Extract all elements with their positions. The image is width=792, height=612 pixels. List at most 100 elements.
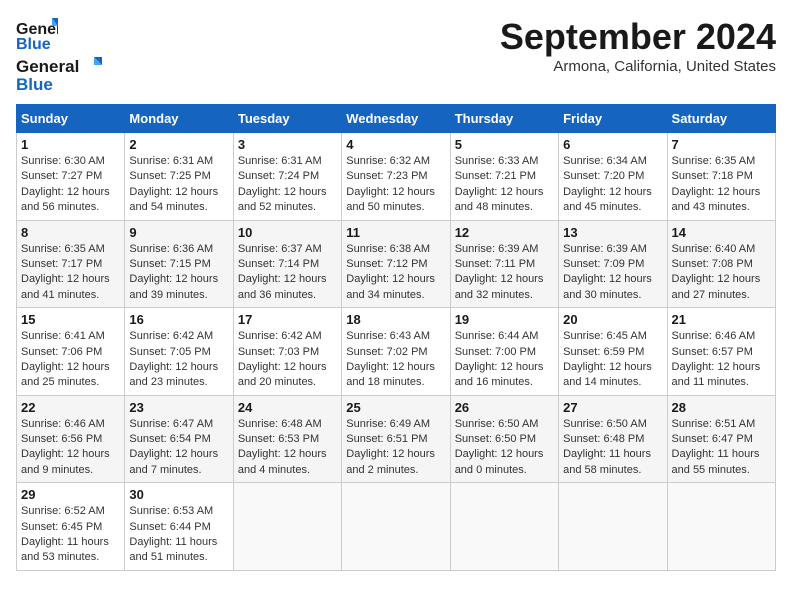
calendar-week-4: 22 Sunrise: 6:46 AMSunset: 6:56 PMDayligh…: [17, 395, 776, 483]
calendar-cell: 6 Sunrise: 6:34 AMSunset: 7:20 PMDaylight…: [559, 133, 667, 221]
calendar-cell: 21 Sunrise: 6:46 AMSunset: 6:57 PMDayligh…: [667, 308, 775, 396]
calendar-subtitle: Armona, California, United States: [500, 58, 776, 75]
day-number: 7: [672, 137, 771, 152]
calendar-cell: [667, 483, 775, 571]
calendar-cell: 17 Sunrise: 6:42 AMSunset: 7:03 PMDayligh…: [233, 308, 341, 396]
calendar-cell: 23 Sunrise: 6:47 AMSunset: 6:54 PMDayligh…: [125, 395, 233, 483]
title-area: September 2024 Armona, California, Unite…: [500, 16, 776, 75]
day-number: 25: [346, 400, 445, 415]
day-number: 23: [129, 400, 228, 415]
day-number: 6: [563, 137, 662, 152]
svg-text:Blue: Blue: [16, 36, 51, 53]
calendar-cell: 12Sunrise: 6:39 AMSunset: 7:11 PMDayligh…: [450, 220, 558, 308]
svg-text:General: General: [16, 57, 79, 76]
logo: General Blue General Blue: [16, 16, 106, 94]
day-content: Sunrise: 6:36 AMSunset: 7:15 PMDaylight:…: [129, 242, 228, 304]
calendar-cell: 24 Sunrise: 6:48 AMSunset: 6:53 PMDayligh…: [233, 395, 341, 483]
day-content: Sunrise: 6:45 AMSunset: 6:59 PMDaylight:…: [563, 329, 662, 391]
calendar-cell: 20 Sunrise: 6:45 AMSunset: 6:59 PMDayligh…: [559, 308, 667, 396]
day-number: 13: [563, 225, 662, 240]
calendar-cell: 7 Sunrise: 6:35 AMSunset: 7:18 PMDaylight…: [667, 133, 775, 221]
calendar-cell: 29Sunrise: 6:52 AMSunset: 6:45 PMDayligh…: [17, 483, 125, 571]
day-number: 20: [563, 312, 662, 327]
day-number: 28: [672, 400, 771, 415]
calendar-week-3: 15Sunrise: 6:41 AMSunset: 7:06 PMDayligh…: [17, 308, 776, 396]
calendar-cell: 22 Sunrise: 6:46 AMSunset: 6:56 PMDayligh…: [17, 395, 125, 483]
day-number: 29: [21, 487, 120, 502]
calendar-cell: 26 Sunrise: 6:50 AMSunset: 6:50 PMDayligh…: [450, 395, 558, 483]
col-sunday: Sunday: [17, 105, 125, 133]
day-content: Sunrise: 6:32 AMSunset: 7:23 PMDaylight:…: [346, 154, 445, 216]
day-content: Sunrise: 6:39 AMSunset: 7:09 PMDaylight:…: [563, 242, 662, 304]
day-number: 18: [346, 312, 445, 327]
calendar-cell: 8Sunrise: 6:35 AMSunset: 7:17 PMDaylight…: [17, 220, 125, 308]
day-number: 17: [238, 312, 337, 327]
calendar-cell: 5Sunrise: 6:33 AMSunset: 7:21 PMDaylight…: [450, 133, 558, 221]
col-saturday: Saturday: [667, 105, 775, 133]
calendar-title: September 2024: [500, 16, 776, 58]
day-number: 27: [563, 400, 662, 415]
col-thursday: Thursday: [450, 105, 558, 133]
day-content: Sunrise: 6:47 AMSunset: 6:54 PMDaylight:…: [129, 417, 228, 479]
day-content: Sunrise: 6:33 AMSunset: 7:21 PMDaylight:…: [455, 154, 554, 216]
day-number: 12: [455, 225, 554, 240]
calendar-cell: 11Sunrise: 6:38 AMSunset: 7:12 PMDayligh…: [342, 220, 450, 308]
calendar-cell: [450, 483, 558, 571]
day-content: Sunrise: 6:31 AMSunset: 7:25 PMDaylight:…: [129, 154, 228, 216]
day-content: Sunrise: 6:37 AMSunset: 7:14 PMDaylight:…: [238, 242, 337, 304]
calendar-cell: [233, 483, 341, 571]
calendar-week-2: 8Sunrise: 6:35 AMSunset: 7:17 PMDaylight…: [17, 220, 776, 308]
day-number: 30: [129, 487, 228, 502]
day-content: Sunrise: 6:50 AMSunset: 6:50 PMDaylight:…: [455, 417, 554, 479]
calendar-cell: 2Sunrise: 6:31 AMSunset: 7:25 PMDaylight…: [125, 133, 233, 221]
calendar-cell: 19Sunrise: 6:44 AMSunset: 7:00 PMDayligh…: [450, 308, 558, 396]
calendar-table: Sunday Monday Tuesday Wednesday Thursday…: [16, 104, 776, 571]
col-tuesday: Tuesday: [233, 105, 341, 133]
calendar-cell: 30Sunrise: 6:53 AMSunset: 6:44 PMDayligh…: [125, 483, 233, 571]
calendar-cell: 14 Sunrise: 6:40 AMSunset: 7:08 PMDayligh…: [667, 220, 775, 308]
day-number: 21: [672, 312, 771, 327]
calendar-week-1: 1Sunrise: 6:30 AMSunset: 7:27 PMDaylight…: [17, 133, 776, 221]
day-content: Sunrise: 6:46 AMSunset: 6:57 PMDaylight:…: [672, 329, 771, 391]
day-number: 14: [672, 225, 771, 240]
calendar-cell: 16 Sunrise: 6:42 AMSunset: 7:05 PMDayligh…: [125, 308, 233, 396]
calendar-cell: 18Sunrise: 6:43 AMSunset: 7:02 PMDayligh…: [342, 308, 450, 396]
calendar-cell: 27 Sunrise: 6:50 AMSunset: 6:48 PMDayligh…: [559, 395, 667, 483]
day-number: 10: [238, 225, 337, 240]
day-content: Sunrise: 6:49 AMSunset: 6:51 PMDaylight:…: [346, 417, 445, 479]
calendar-cell: 3Sunrise: 6:31 AMSunset: 7:24 PMDaylight…: [233, 133, 341, 221]
day-number: 1: [21, 137, 120, 152]
header-row: Sunday Monday Tuesday Wednesday Thursday…: [17, 105, 776, 133]
day-number: 26: [455, 400, 554, 415]
day-number: 16: [129, 312, 228, 327]
day-content: Sunrise: 6:44 AMSunset: 7:00 PMDaylight:…: [455, 329, 554, 391]
calendar-cell: 28Sunrise: 6:51 AMSunset: 6:47 PMDayligh…: [667, 395, 775, 483]
calendar-cell: 15Sunrise: 6:41 AMSunset: 7:06 PMDayligh…: [17, 308, 125, 396]
day-content: Sunrise: 6:42 AMSunset: 7:03 PMDaylight:…: [238, 329, 337, 391]
col-wednesday: Wednesday: [342, 105, 450, 133]
day-content: Sunrise: 6:42 AMSunset: 7:05 PMDaylight:…: [129, 329, 228, 391]
calendar-cell: 1Sunrise: 6:30 AMSunset: 7:27 PMDaylight…: [17, 133, 125, 221]
calendar-header: Sunday Monday Tuesday Wednesday Thursday…: [17, 105, 776, 133]
calendar-cell: [559, 483, 667, 571]
day-content: Sunrise: 6:35 AMSunset: 7:18 PMDaylight:…: [672, 154, 771, 216]
logo-full: General Blue: [16, 54, 106, 94]
day-content: Sunrise: 6:50 AMSunset: 6:48 PMDaylight:…: [563, 417, 662, 479]
day-content: Sunrise: 6:38 AMSunset: 7:12 PMDaylight:…: [346, 242, 445, 304]
day-content: Sunrise: 6:31 AMSunset: 7:24 PMDaylight:…: [238, 154, 337, 216]
day-number: 9: [129, 225, 228, 240]
calendar-cell: 9 Sunrise: 6:36 AMSunset: 7:15 PMDaylight…: [125, 220, 233, 308]
day-number: 15: [21, 312, 120, 327]
day-number: 24: [238, 400, 337, 415]
page-header: General Blue General Blue September 2024…: [16, 16, 776, 94]
day-number: 22: [21, 400, 120, 415]
day-number: 8: [21, 225, 120, 240]
day-content: Sunrise: 6:40 AMSunset: 7:08 PMDaylight:…: [672, 242, 771, 304]
svg-text:Blue: Blue: [16, 75, 53, 94]
calendar-cell: 25 Sunrise: 6:49 AMSunset: 6:51 PMDayligh…: [342, 395, 450, 483]
day-content: Sunrise: 6:48 AMSunset: 6:53 PMDaylight:…: [238, 417, 337, 479]
calendar-body: 1Sunrise: 6:30 AMSunset: 7:27 PMDaylight…: [17, 133, 776, 571]
day-content: Sunrise: 6:34 AMSunset: 7:20 PMDaylight:…: [563, 154, 662, 216]
day-content: Sunrise: 6:46 AMSunset: 6:56 PMDaylight:…: [21, 417, 120, 479]
calendar-cell: 13 Sunrise: 6:39 AMSunset: 7:09 PMDayligh…: [559, 220, 667, 308]
